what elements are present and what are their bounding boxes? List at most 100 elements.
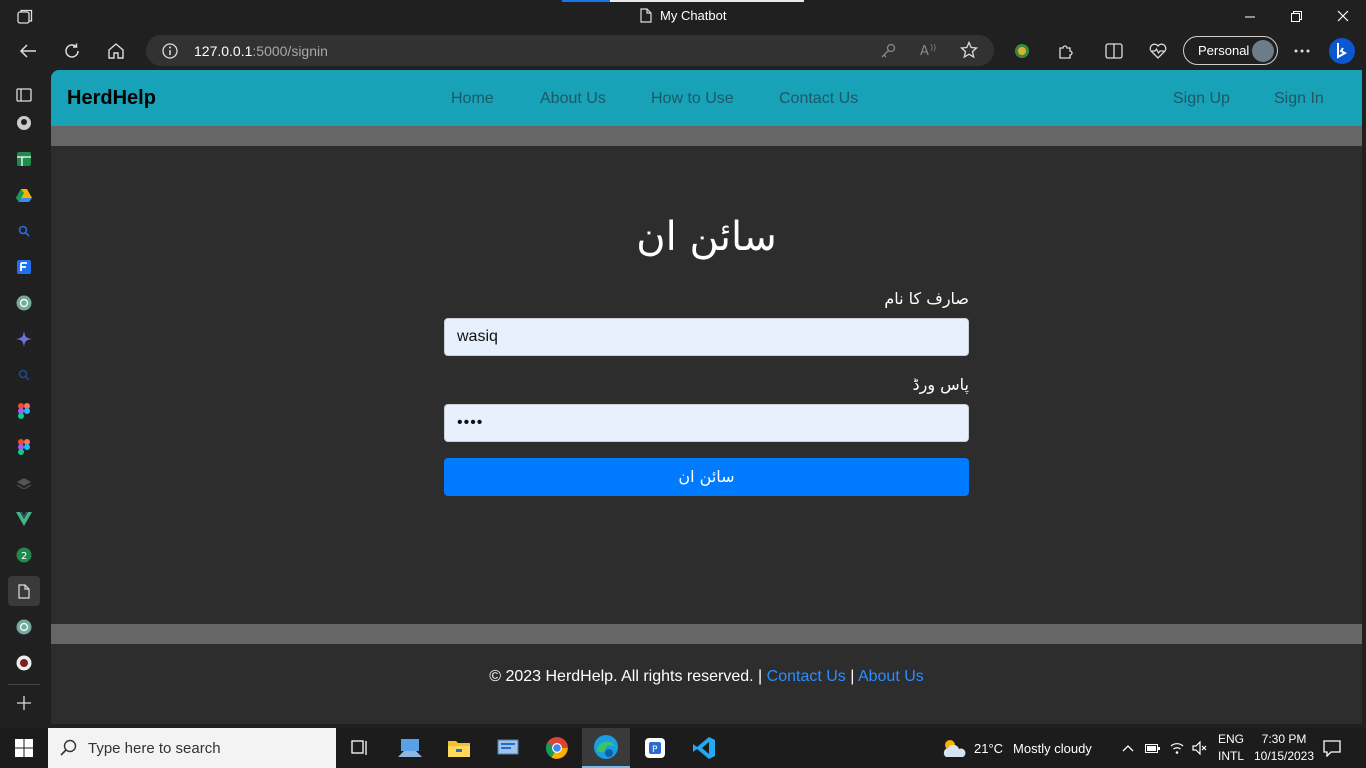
nav-sign-up-link[interactable]: Sign Up — [1173, 90, 1230, 108]
close-button[interactable] — [1320, 0, 1366, 32]
username-field[interactable]: wasiq — [444, 318, 969, 356]
battery-button[interactable] — [1145, 728, 1161, 768]
cloudy-weather-icon — [943, 740, 966, 757]
favorite-star-icon[interactable] — [960, 41, 978, 59]
volume-muted-icon — [1192, 741, 1207, 755]
app-badge-icon: P — [645, 738, 665, 758]
back-button[interactable] — [12, 36, 44, 66]
notification-icon — [1323, 740, 1341, 757]
sidebar-item-figma-2[interactable] — [8, 432, 40, 462]
signin-submit-button[interactable]: سائن ان — [444, 458, 969, 496]
browser-essentials-button[interactable] — [1142, 36, 1174, 66]
tab-actions-button[interactable] — [8, 80, 40, 110]
sidebar-item-vue[interactable] — [8, 504, 40, 534]
svg-text:P: P — [652, 745, 658, 755]
nav-contact-link[interactable]: Contact Us — [779, 90, 858, 108]
sidebar-item-github[interactable] — [8, 108, 40, 138]
site-footer: © 2023 HerdHelp. All rights reserved. | … — [51, 644, 1362, 724]
search-icon — [60, 739, 77, 756]
restore-button[interactable] — [1273, 0, 1319, 32]
minimize-button[interactable] — [1227, 0, 1273, 32]
whatsapp-icon: 2 — [16, 547, 32, 563]
keyboard-layout: INTL — [1218, 749, 1245, 763]
taskbar-app-control-panel[interactable] — [484, 728, 532, 768]
forms-icon — [17, 260, 31, 274]
sidebar-item-whatsapp[interactable]: 2 — [8, 540, 40, 570]
sidebar-item-page[interactable] — [8, 576, 40, 606]
computer-icon — [398, 739, 422, 757]
show-hidden-icons-button[interactable] — [1122, 728, 1134, 768]
taskbar-app-vscode[interactable] — [680, 728, 728, 768]
refresh-button[interactable] — [56, 36, 88, 66]
username-label: صارف کا نام — [884, 289, 969, 308]
sidebar-divider — [8, 684, 40, 685]
restore-icon — [1290, 10, 1302, 22]
chevron-up-icon — [1122, 745, 1134, 752]
footer-contact-link[interactable]: Contact Us — [767, 668, 846, 685]
bing-copilot-icon — [1329, 38, 1355, 64]
nav-how-to-use-link[interactable]: How to Use — [651, 90, 734, 108]
spreadsheet-icon — [17, 152, 31, 166]
window-title-text: My Chatbot — [660, 8, 727, 23]
site-brand[interactable]: HerdHelp — [67, 87, 156, 110]
address-bar[interactable]: 127.0.0.1:5000/signin A)) — [146, 35, 994, 66]
footer-divider-strip — [51, 624, 1362, 644]
footer-about-link[interactable]: About Us — [858, 668, 924, 685]
sidebar-item-drive[interactable] — [8, 180, 40, 210]
nav-about-link[interactable]: About Us — [540, 90, 606, 108]
search-icon — [18, 369, 30, 381]
taskbar-app-edge[interactable] — [582, 728, 630, 768]
svg-text:)): )) — [930, 43, 936, 52]
sidebar-item-app[interactable] — [8, 648, 40, 678]
sidebar-item-figma[interactable] — [8, 396, 40, 426]
read-aloud-icon[interactable]: A)) — [920, 42, 938, 58]
minimize-icon — [1244, 16, 1255, 17]
workspaces-icon[interactable] — [16, 8, 34, 26]
weather-description: Mostly cloudy — [1013, 740, 1092, 756]
task-view-button[interactable] — [336, 728, 384, 768]
profile-button[interactable]: Personal — [1183, 36, 1278, 65]
site-info-icon[interactable] — [162, 43, 178, 59]
sidebar-item-chatgpt[interactable] — [8, 288, 40, 318]
browser-sidebar: 2 — [0, 70, 48, 726]
taskbar-app-computer[interactable] — [386, 728, 434, 768]
extensions-button[interactable] — [1050, 36, 1082, 66]
back-arrow-icon — [19, 44, 36, 58]
taskbar-app-portal[interactable]: P — [631, 728, 679, 768]
notifications-button[interactable] — [1323, 728, 1341, 768]
home-button[interactable] — [100, 36, 132, 66]
sidebar-item-search-2[interactable] — [8, 360, 40, 390]
heart-pulse-icon — [1149, 43, 1167, 59]
svg-text:A: A — [920, 44, 929, 58]
taskbar-app-file-explorer[interactable] — [435, 728, 483, 768]
sidebar-add-button[interactable] — [8, 688, 40, 718]
taskbar-search-box[interactable]: Type here to search — [48, 728, 336, 768]
input-language-button[interactable]: ENG INTL — [1218, 728, 1244, 768]
nav-home-link[interactable]: Home — [451, 90, 494, 108]
sidebar-item-chatgpt-2[interactable] — [8, 612, 40, 642]
copilot-button[interactable] — [1326, 36, 1358, 66]
wifi-icon — [1170, 743, 1184, 754]
footer-text: © 2023 HerdHelp. All rights reserved. | … — [51, 668, 1362, 686]
password-key-icon[interactable] — [880, 43, 896, 59]
sidebar-item-gemini[interactable] — [8, 324, 40, 354]
weather-widget[interactable]: 21°C Mostly cloudy — [940, 728, 1092, 768]
nav-sign-in-link[interactable]: Sign In — [1274, 90, 1324, 108]
network-button[interactable] — [1169, 728, 1185, 768]
volume-button[interactable] — [1192, 728, 1208, 768]
clock-button[interactable]: 7:30 PM 10/15/2023 — [1251, 728, 1317, 768]
sidebar-item-layers[interactable] — [8, 468, 40, 498]
password-field[interactable]: •••• — [444, 404, 969, 442]
url-text[interactable]: 127.0.0.1:5000/signin — [194, 43, 328, 59]
extension-button[interactable] — [1006, 36, 1038, 66]
language-code: ENG — [1218, 732, 1245, 746]
taskbar-app-chrome[interactable] — [533, 728, 581, 768]
settings-more-button[interactable] — [1286, 36, 1318, 66]
sidebar-item-forms[interactable] — [8, 252, 40, 282]
site-navbar: HerdHelp Home About Us How to Use Contac… — [51, 70, 1362, 126]
figma-icon — [18, 403, 30, 419]
sidebar-item-search[interactable] — [8, 216, 40, 246]
split-screen-button[interactable] — [1098, 36, 1130, 66]
sidebar-item-sheets[interactable] — [8, 144, 40, 174]
start-button[interactable] — [0, 728, 48, 768]
